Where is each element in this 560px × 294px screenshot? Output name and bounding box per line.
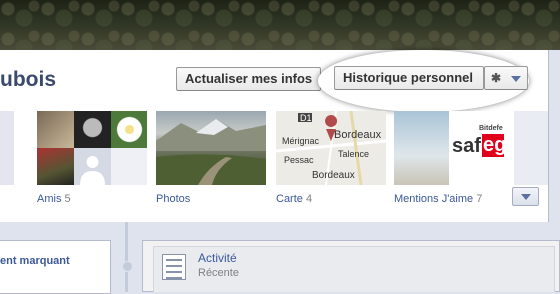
timeline-spine [125,222,128,292]
timeline-dot [122,261,133,272]
brand-logo-accent: eg [482,134,504,157]
activity-list-icon [162,254,186,280]
map-label: Bordeaux [334,129,382,141]
likes-label[interactable]: Mentions J'aime 7 [394,193,482,205]
left-card-title[interactable]: ent marquant [0,255,70,267]
show-more-button[interactable] [512,187,539,206]
brand-logo-topline: Bitdefe [479,125,503,132]
map-label: Bordeaux [312,170,355,181]
photos-tile[interactable] [156,111,266,185]
caret-down-icon [521,194,531,200]
settings-dropdown-button[interactable]: ✱ [484,66,528,90]
cover-photo[interactable] [0,0,560,50]
friend-avatar [111,111,147,148]
map-label: Talence [338,149,370,159]
profile-header-panel: ubois Actualiser mes infos Historique pe… [0,50,549,223]
likes-tile[interactable]: Bitdefe saf eg [394,111,504,185]
friends-label[interactable]: Amis 5 [37,193,71,205]
map-tile[interactable]: D1 Mérignac Pessac Talence Bordeaux Bord… [276,111,386,185]
activity-subtitle: Récente [198,267,239,279]
activity-log-button[interactable]: Historique personnel [334,66,484,90]
activity-header: Activité Récente [153,246,555,292]
brand-logo: Bitdefe saf eg [449,111,504,185]
friends-tile[interactable] [37,111,147,185]
brand-logo-main: saf [452,135,481,157]
friend-avatar [37,148,74,185]
photos-label[interactable]: Photos [156,193,190,205]
gear-icon: ✱ [491,71,502,85]
caret-down-icon [511,76,521,82]
next-tile[interactable] [514,111,548,185]
friend-avatar [37,111,74,148]
previous-tile[interactable] [0,111,14,185]
friend-empty-slot [111,148,147,185]
timeline-area: ent marquant Activité Récente [0,222,560,294]
activity-title[interactable]: Activité [198,251,237,265]
profile-name[interactable]: ubois [0,68,56,92]
timeline-left-card[interactable]: ent marquant [0,240,111,294]
update-info-button[interactable]: Actualiser mes infos [176,67,322,91]
map-label: Mérignac [282,136,320,146]
like-thumbnail [394,111,449,185]
map-label: Pessac [284,155,314,165]
activity-box[interactable]: Activité Récente [142,240,560,292]
map-label-link[interactable]: Carte 4 [276,193,312,205]
friend-avatar [74,111,111,148]
friend-avatar-placeholder [74,148,111,185]
map-road-label: D1 [300,113,312,123]
